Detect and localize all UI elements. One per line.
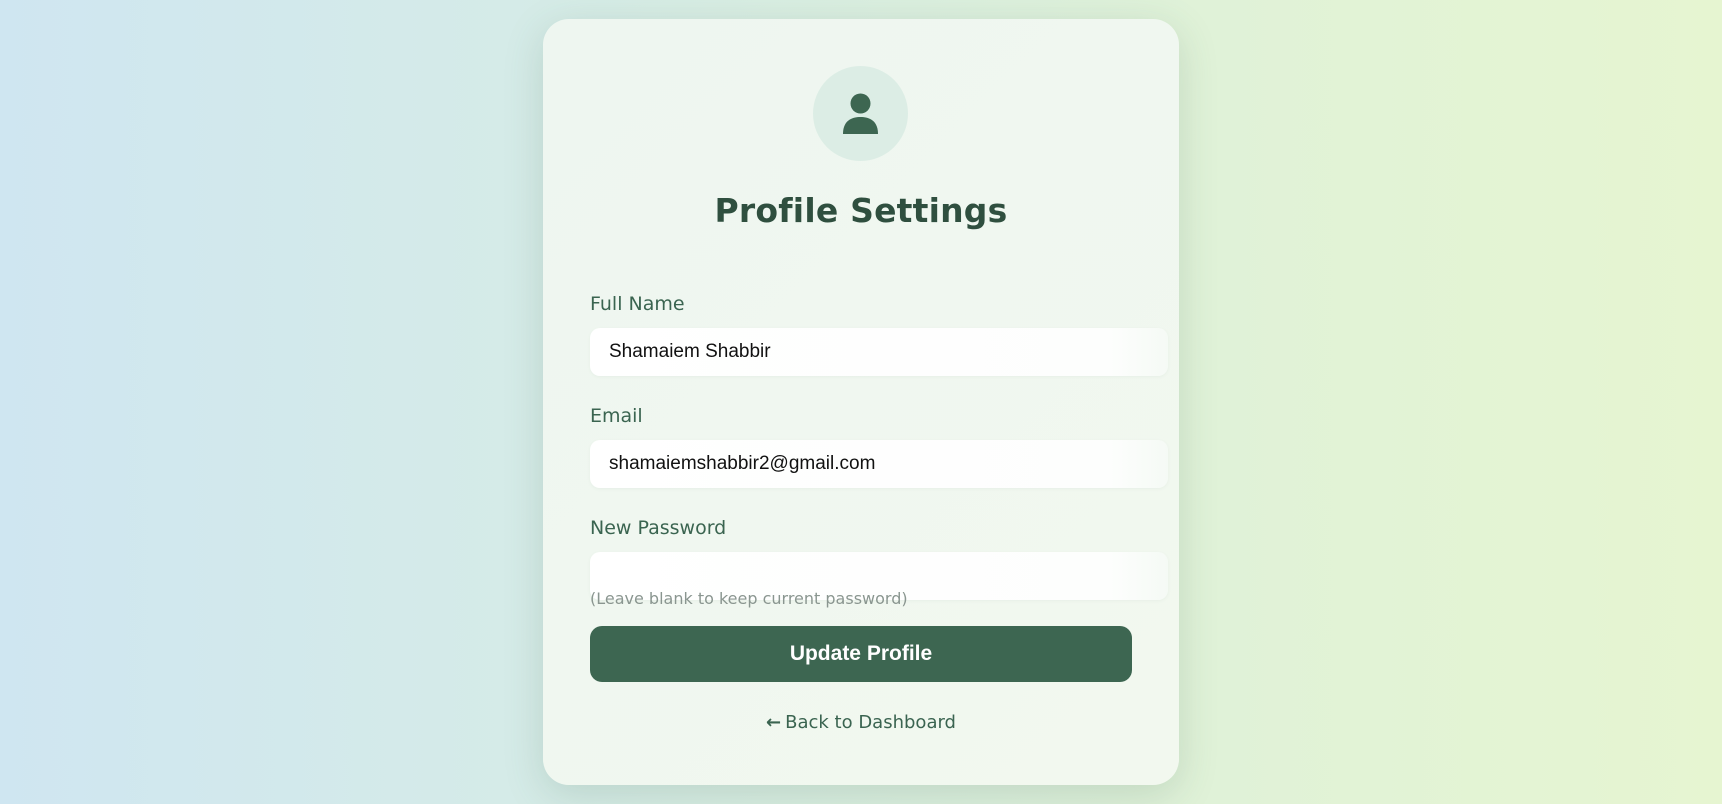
user-icon [843, 93, 878, 134]
new-password-label: New Password [590, 517, 727, 539]
email-input[interactable] [590, 440, 1168, 488]
profile-card: Profile Settings Full Name Email New Pas… [543, 19, 1179, 785]
back-to-dashboard-link[interactable]: ← Back to Dashboard [543, 712, 1179, 733]
email-label: Email [590, 405, 643, 427]
full-name-label: Full Name [590, 293, 685, 315]
password-hint: (Leave blank to keep current password) [590, 589, 908, 608]
arrow-left-icon: ← [766, 712, 782, 733]
avatar [813, 66, 908, 161]
update-profile-button[interactable]: Update Profile [590, 626, 1132, 682]
full-name-input[interactable] [590, 328, 1168, 376]
page-title: Profile Settings [714, 191, 1008, 230]
back-to-dashboard-label: Back to Dashboard [785, 712, 956, 733]
